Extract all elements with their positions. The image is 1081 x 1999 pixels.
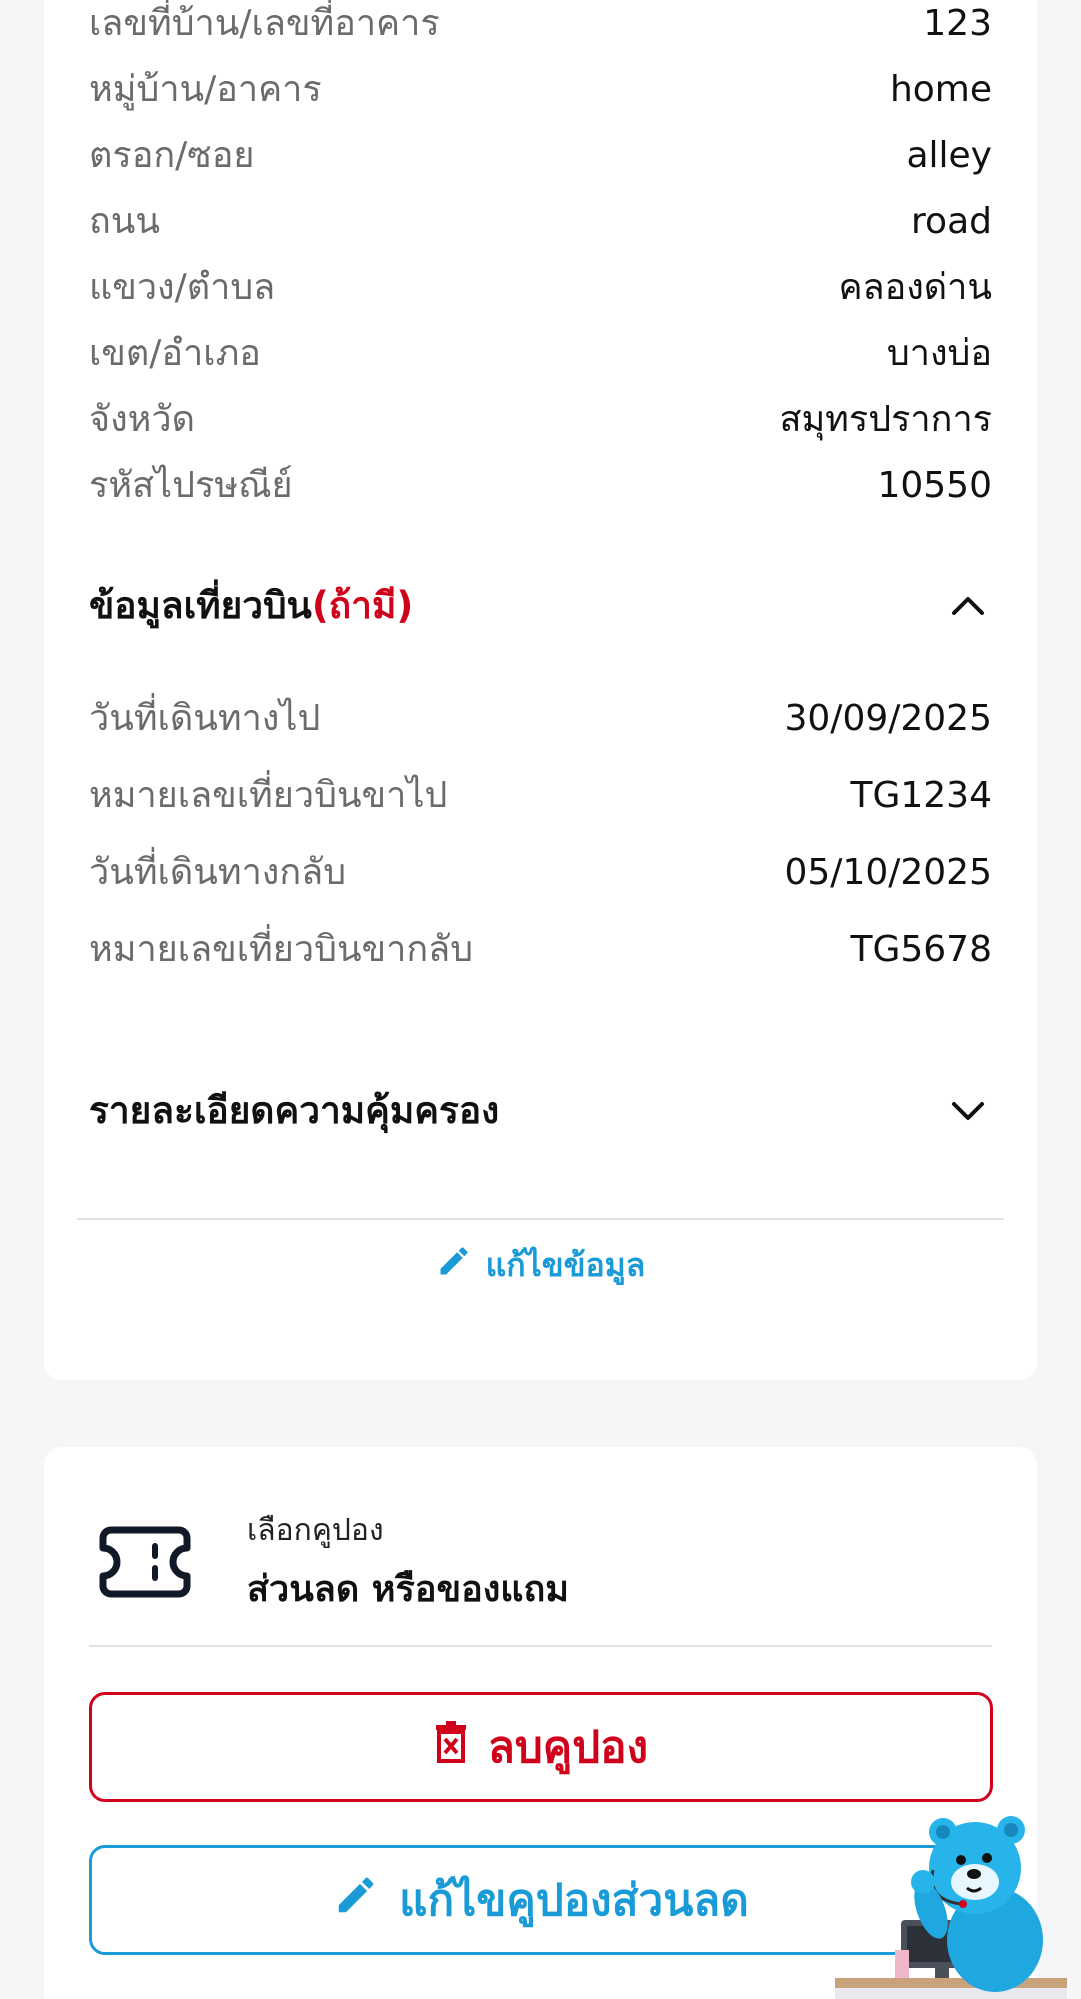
chevron-up-icon[interactable] bbox=[944, 582, 992, 630]
optional-tag: (ถ้ามี) bbox=[311, 584, 414, 627]
address-label: จังหวัด bbox=[89, 399, 195, 440]
flight-value: TG1234 bbox=[850, 775, 992, 816]
flight-section-header[interactable]: ข้อมูลเที่ยวบิน(ถ้ามี) bbox=[89, 581, 992, 631]
address-label: เขต/อำเภอ bbox=[89, 333, 261, 374]
flight-value: 05/10/2025 bbox=[784, 852, 993, 893]
flight-row-departure-number: หมายเลขเที่ยวบินขาไป TG1234 bbox=[89, 774, 992, 818]
coupon-title: ส่วนลด หรือของแถม bbox=[247, 1569, 569, 1610]
address-row-district: เขต/อำเภอ บางบ่อ bbox=[89, 332, 992, 376]
address-value: สมุทรปราการ bbox=[779, 399, 992, 440]
address-row-village: หมู่บ้าน/อาคาร home bbox=[89, 68, 992, 112]
address-row-alley: ตรอก/ซอย alley bbox=[89, 134, 992, 178]
address-value: road bbox=[911, 201, 992, 242]
edit-coupon-label: แก้ไขคูปองส่วนลด bbox=[399, 1875, 749, 1926]
address-value: alley bbox=[906, 135, 992, 176]
address-label: หมู่บ้าน/อาคาร bbox=[89, 69, 322, 110]
trash-icon bbox=[434, 1720, 468, 1774]
flight-value: 30/09/2025 bbox=[784, 698, 993, 739]
divider bbox=[89, 1645, 992, 1647]
address-label: รหัสไปรษณีย์ bbox=[89, 465, 293, 506]
coverage-section-title: รายละเอียดความคุ้มครอง bbox=[89, 1089, 500, 1132]
remove-coupon-button[interactable]: ลบคูปอง bbox=[89, 1692, 993, 1802]
bear-mascot[interactable] bbox=[835, 1800, 1067, 1999]
flight-label: วันที่เดินทางไป bbox=[89, 698, 321, 739]
chevron-down-icon[interactable] bbox=[944, 1087, 992, 1135]
pencil-icon bbox=[333, 1872, 379, 1929]
coupon-selector[interactable]: เลือกคูปอง ส่วนลด หรือของแถม bbox=[89, 1487, 992, 1637]
address-label: ถนน bbox=[89, 201, 161, 242]
address-row-province: จังหวัด สมุทรปราการ bbox=[89, 398, 992, 442]
address-value: คลองด่าน bbox=[838, 267, 992, 308]
flight-value: TG5678 bbox=[850, 929, 992, 970]
address-row-road: ถนน road bbox=[89, 200, 992, 244]
flight-row-return-number: หมายเลขเที่ยวบินขากลับ TG5678 bbox=[89, 928, 992, 972]
coverage-section-header[interactable]: รายละเอียดความคุ้มครอง bbox=[89, 1086, 992, 1136]
edit-info-link[interactable]: แก้ไขข้อมูล bbox=[44, 1228, 1037, 1302]
flight-label: วันที่เดินทางกลับ bbox=[89, 852, 347, 893]
edit-info-label: แก้ไขข้อมูล bbox=[485, 1245, 646, 1284]
address-row-subdistrict: แขวง/ตำบล คลองด่าน bbox=[89, 266, 992, 310]
coupon-subtitle: เลือกคูปอง bbox=[247, 1513, 384, 1548]
ticket-icon bbox=[97, 1522, 193, 1602]
pencil-icon bbox=[436, 1243, 472, 1287]
flight-row-departure-date: วันที่เดินทางไป 30/09/2025 bbox=[89, 697, 992, 741]
flight-row-return-date: วันที่เดินทางกลับ 05/10/2025 bbox=[89, 851, 992, 895]
insured-info-card: เลขที่บ้าน/เลขที่อาคาร 123 หมู่บ้าน/อาคา… bbox=[44, 0, 1037, 1380]
address-label: เลขที่บ้าน/เลขที่อาคาร bbox=[89, 3, 440, 44]
address-label: ตรอก/ซอย bbox=[89, 135, 255, 176]
divider bbox=[77, 1218, 1004, 1220]
address-value: 123 bbox=[923, 3, 992, 44]
flight-section-title: ข้อมูลเที่ยวบิน(ถ้ามี) bbox=[89, 584, 414, 627]
address-row-postcode: รหัสไปรษณีย์ 10550 bbox=[89, 464, 992, 508]
address-label: แขวง/ตำบล bbox=[89, 267, 276, 308]
address-value: 10550 bbox=[877, 465, 992, 506]
remove-coupon-label: ลบคูปอง bbox=[487, 1722, 649, 1773]
address-value: บางบ่อ bbox=[886, 333, 992, 374]
flight-label: หมายเลขเที่ยวบินขากลับ bbox=[89, 929, 474, 970]
address-row-house-number: เลขที่บ้าน/เลขที่อาคาร 123 bbox=[89, 2, 992, 46]
flight-label: หมายเลขเที่ยวบินขาไป bbox=[89, 775, 448, 816]
address-value: home bbox=[889, 69, 992, 110]
